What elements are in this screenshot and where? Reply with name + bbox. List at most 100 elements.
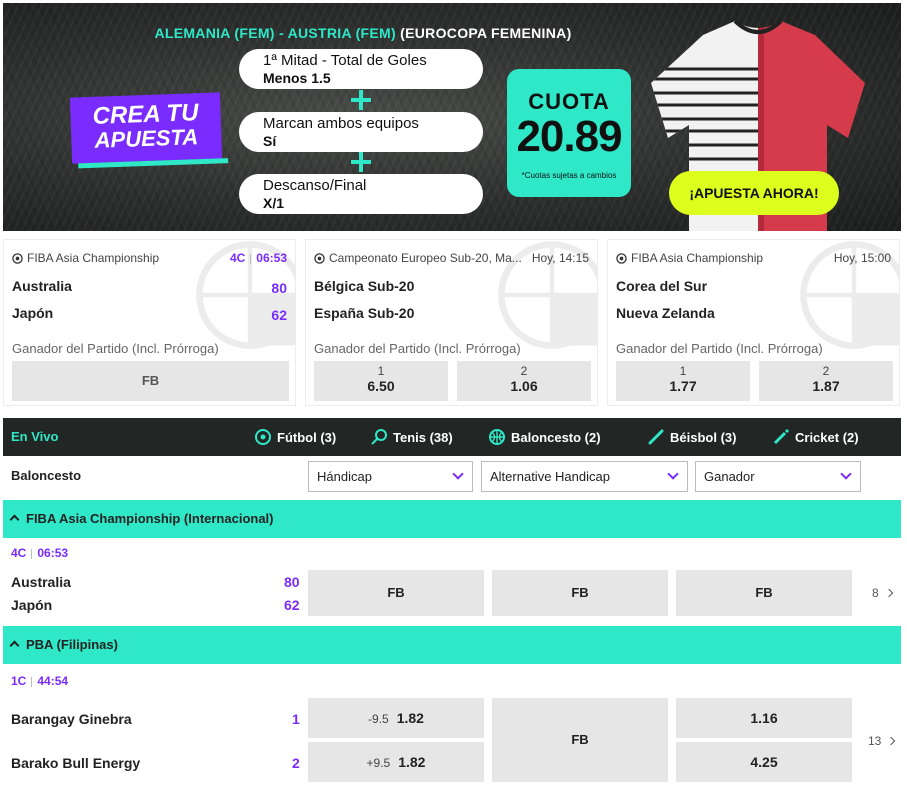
more-markets-link[interactable]: 8 (872, 586, 893, 600)
home-team[interactable]: Australia (11, 574, 71, 590)
home-score: 80 (271, 280, 287, 296)
handicap-line: +9.5 (366, 756, 391, 770)
event-card[interactable]: Campeonato Europeo Sub-20, Ma... Hoy, 14… (305, 239, 598, 406)
tab-cricket[interactable]: Cricket (2) (773, 418, 859, 456)
odds-button-alternative[interactable]: FB (492, 698, 668, 782)
card-competition: FIBA Asia Championship (631, 251, 764, 265)
banner-match-competition: (EUROCOPA FEMENINA) (400, 25, 572, 41)
odds-price: 4.25 (750, 754, 778, 770)
card-market: Ganador del Partido (Incl. Prórroga) (314, 341, 521, 356)
live-period: 1C (11, 674, 27, 688)
live-period: 4C (229, 251, 246, 265)
dropdown-value: Alternative Handicap (490, 469, 610, 484)
chevron-right-icon (887, 736, 896, 746)
selection-pick: Menos 1.5 (263, 70, 331, 86)
away-score: 62 (284, 597, 300, 613)
soccer-ball-icon (255, 429, 271, 445)
away-team[interactable]: Japón (11, 597, 52, 613)
tab-futbol[interactable]: Fútbol (3) (255, 418, 336, 456)
tennis-racket-icon (371, 429, 387, 445)
banner-match-title: ALEMANIA (FEM) - AUSTRIA (FEM) (EUROCOPA… (3, 25, 723, 41)
live-clock: 06:53 (256, 251, 287, 265)
odds-price: 1.06 (510, 378, 538, 394)
card-start-time: Hoy, 15:00 (833, 251, 891, 265)
odds-button-handicap[interactable]: FB (308, 570, 484, 616)
soccer-ball-icon (12, 252, 23, 264)
odds-price: 6.50 (367, 378, 395, 394)
away-score: 62 (271, 307, 287, 323)
competition-name: PBA (Filipinas) (26, 637, 118, 652)
plus-icon (351, 90, 371, 110)
chevron-up-icon (9, 514, 20, 525)
odds-button-ganador-away[interactable]: 4.25 (676, 742, 852, 782)
home-score: 1 (292, 711, 300, 727)
selection-market: Marcan ambos equipos (263, 115, 419, 132)
odds-price: 1.16 (750, 710, 778, 726)
tab-label: Cricket (2) (795, 429, 859, 445)
tab-label: Tenis (38) (393, 429, 453, 445)
soccer-ball-icon (314, 252, 325, 264)
market-dropdown-alternative[interactable]: Alternative Handicap (481, 461, 688, 492)
home-team[interactable]: Barangay Ginebra (11, 711, 132, 727)
basketball-icon (489, 429, 505, 445)
live-clock: 06:53 (37, 546, 69, 560)
more-markets-count: 13 (868, 734, 882, 748)
event-card[interactable]: FIBA Asia Championship 4C 06:53 Australia… (3, 239, 296, 406)
dropdown-value: Ganador (704, 469, 755, 484)
card-header: Campeonato Europeo Sub-20, Ma... Hoy, 14… (314, 250, 589, 266)
competition-header[interactable]: PBA (Filipinas) (3, 626, 901, 664)
promo-banner[interactable]: ALEMANIA (FEM) - AUSTRIA (FEM) (EUROCOPA… (3, 3, 901, 231)
odds-button-alternative[interactable]: FB (492, 570, 668, 616)
soccer-ball-icon (616, 252, 627, 264)
odds-button[interactable]: FB (12, 361, 289, 401)
handicap-line: -9.5 (368, 712, 389, 726)
odds-price: 1.82 (396, 710, 424, 726)
apuesta-ahora-button[interactable]: ¡APUESTA AHORA! (669, 171, 839, 215)
odds-price: 1.82 (398, 754, 426, 770)
market-filter-row: Baloncesto Hándicap Alternative Handicap… (3, 456, 901, 496)
odds-label: 1 (377, 364, 385, 378)
chevron-up-icon (9, 640, 20, 651)
away-team: Nueva Zelanda (616, 305, 715, 321)
event-live-time: 4C 06:53 (11, 546, 68, 560)
odds-button-ganador[interactable]: FB (676, 570, 852, 616)
tab-baloncesto[interactable]: Baloncesto (2) (489, 418, 601, 456)
away-team[interactable]: Barako Bull Energy (11, 755, 140, 771)
cuota-note: *Cuotas sujetas a cambios (521, 171, 617, 180)
away-team: Japón (12, 305, 54, 321)
cuota-box: CUOTA 20.89 *Cuotas sujetas a cambios (507, 69, 631, 197)
odds-label: 2 (822, 364, 830, 378)
odds-button-2[interactable]: 2 1.87 (759, 361, 893, 401)
event-card[interactable]: FIBA Asia Championship Hoy, 15:00 Corea … (607, 239, 900, 406)
card-header: FIBA Asia Championship 4C 06:53 (12, 250, 287, 266)
banner-match-teams: ALEMANIA (FEM) - AUSTRIA (FEM) (154, 25, 396, 41)
odds-button-handicap-away[interactable]: +9.5 1.82 (308, 742, 484, 782)
chevron-right-icon (884, 588, 893, 598)
card-header: FIBA Asia Championship Hoy, 15:00 (616, 250, 891, 266)
odds-button-handicap-home[interactable]: -9.5 1.82 (308, 698, 484, 738)
odds-button-1[interactable]: 1 6.50 (314, 361, 448, 401)
selection-2: Marcan ambos equipos Sí (239, 112, 483, 152)
tab-beisbol[interactable]: Béisbol (3) (648, 418, 736, 456)
cricket-bat-icon (773, 429, 789, 445)
plus-icon (351, 152, 371, 172)
chevron-down-icon (667, 468, 679, 480)
selection-pick: Sí (263, 133, 277, 149)
more-markets-link[interactable]: 13 (868, 734, 896, 748)
tab-label: Baloncesto (2) (511, 429, 601, 445)
market-dropdown-ganador[interactable]: Ganador (695, 461, 861, 492)
market-dropdown-handicap[interactable]: Hándicap (308, 461, 473, 492)
competition-header[interactable]: FIBA Asia Championship (Internacional) (3, 500, 901, 538)
selection-pick: X/1 (263, 195, 285, 211)
odds-button-2[interactable]: 2 1.06 (457, 361, 591, 401)
tab-label: Béisbol (3) (670, 429, 737, 445)
odds-button-ganador-home[interactable]: 1.16 (676, 698, 852, 738)
odds-button-1[interactable]: 1 1.77 (616, 361, 750, 401)
card-market: Ganador del Partido (Incl. Prórroga) (616, 341, 823, 356)
selection-market: Descanso/Final (263, 177, 367, 194)
card-competition: Campeonato Europeo Sub-20, Ma... (329, 251, 522, 265)
tab-tenis[interactable]: Tenis (38) (371, 418, 453, 456)
competition-name: FIBA Asia Championship (Internacional) (26, 511, 274, 526)
en-vivo-label: En Vivo (11, 429, 59, 444)
sport-title: Baloncesto (11, 468, 82, 483)
